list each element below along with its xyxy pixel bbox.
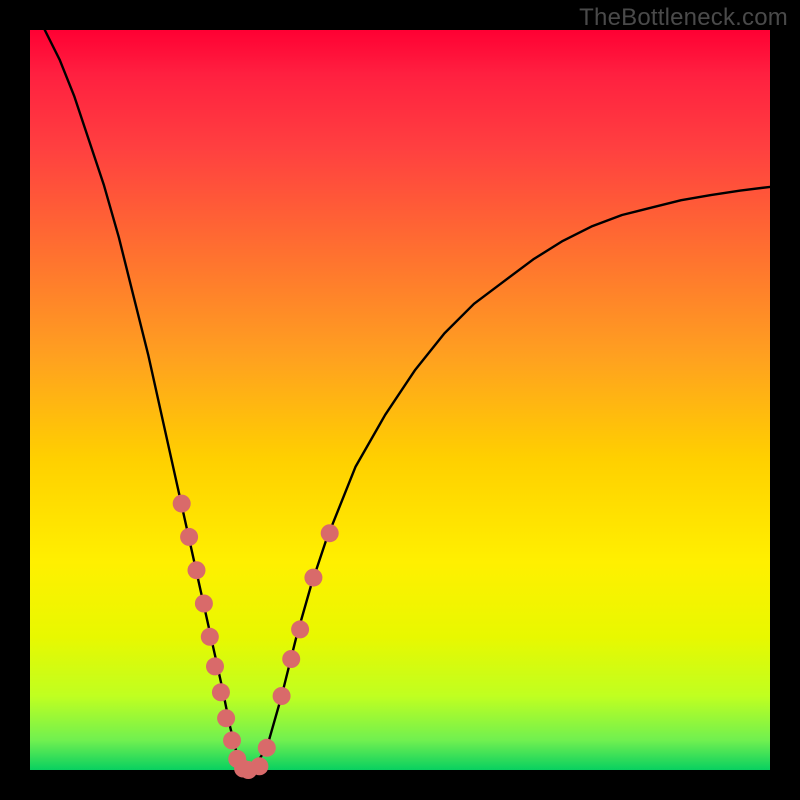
chart-svg: [30, 30, 770, 770]
chart-frame: TheBottleneck.com: [0, 0, 800, 800]
highlighted-point: [291, 620, 309, 638]
highlighted-point: [282, 650, 300, 668]
highlighted-point: [180, 528, 198, 546]
highlighted-point: [258, 739, 276, 757]
highlighted-point: [188, 561, 206, 579]
highlighted-point: [223, 731, 241, 749]
highlighted-point: [250, 757, 268, 775]
highlighted-points-group: [173, 495, 339, 779]
highlighted-point: [173, 495, 191, 513]
highlighted-point: [212, 683, 230, 701]
highlighted-point: [206, 657, 224, 675]
highlighted-point: [304, 569, 322, 587]
highlighted-point: [195, 595, 213, 613]
highlighted-point: [321, 524, 339, 542]
plot-area: [30, 30, 770, 770]
bottleneck-curve: [45, 30, 770, 770]
highlighted-point: [273, 687, 291, 705]
highlighted-point: [201, 628, 219, 646]
watermark-text: TheBottleneck.com: [579, 4, 788, 32]
highlighted-point: [217, 709, 235, 727]
